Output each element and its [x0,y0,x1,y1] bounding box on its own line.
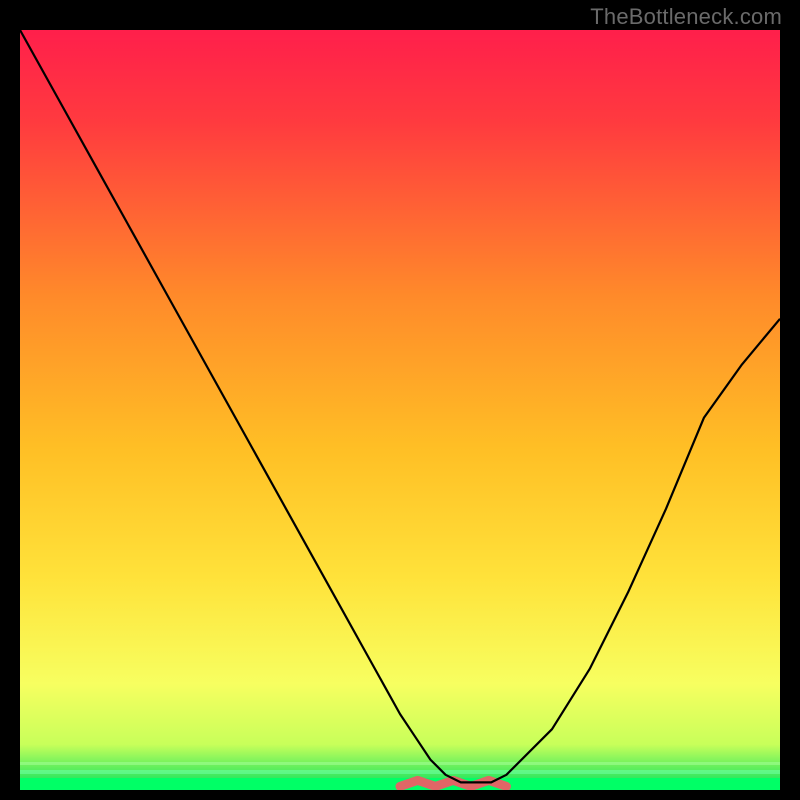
watermark-text: TheBottleneck.com [590,4,782,30]
plot-area [20,30,780,790]
chart-frame: TheBottleneck.com [0,0,800,800]
base-stripe-1 [20,770,780,774]
base-stripe-2 [20,762,780,765]
gradient-background [20,30,780,790]
bottleneck-chart [20,30,780,790]
